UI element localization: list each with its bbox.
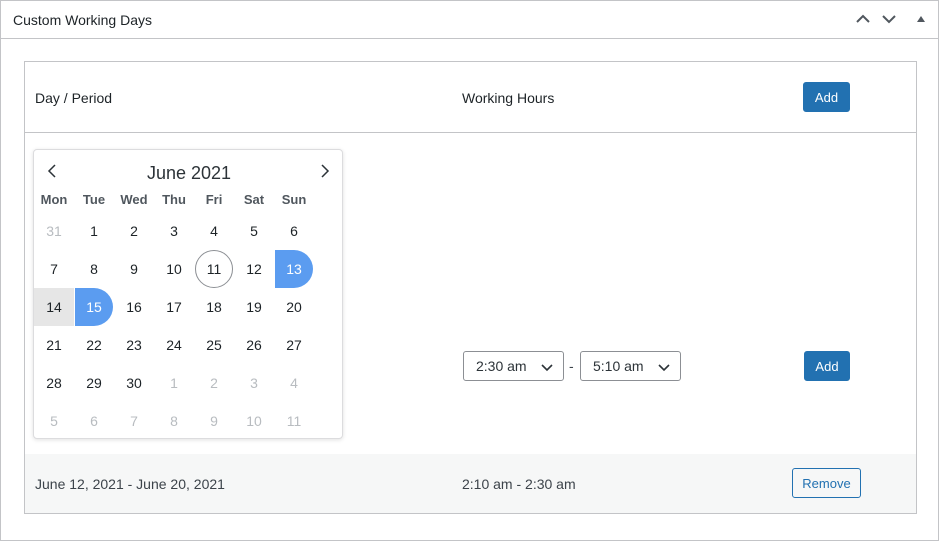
calendar-month-title: June 2021 <box>146 163 232 183</box>
calendar-day[interactable]: 5 <box>235 212 273 250</box>
panel-title: Custom Working Days <box>13 12 153 28</box>
date-range-picker: June 2021 Mon Tue Wed Thu Fri Sat Sun 31 1 2 3 4 5 6 7… <box>33 149 343 439</box>
working-hours-header: Working Hours <box>462 90 555 106</box>
calendar-day[interactable]: 7 <box>115 402 153 440</box>
calendar-day[interactable]: 4 <box>195 212 233 250</box>
chevron-down-icon <box>658 360 670 376</box>
end-time-value: 5:10 am <box>593 358 644 374</box>
time-separator: - <box>569 358 574 374</box>
calendar-day[interactable]: 7 <box>35 250 73 288</box>
calendar-day[interactable]: 22 <box>75 326 113 364</box>
table-header: Day / Period Working Hours Add <box>25 62 916 133</box>
calendar-day[interactable]: 6 <box>75 402 113 440</box>
chevron-right-icon[interactable] <box>316 162 334 180</box>
calendar-day[interactable]: 9 <box>195 402 233 440</box>
caret-up-icon[interactable] <box>911 9 931 29</box>
calendar-day[interactable]: 9 <box>115 250 153 288</box>
weekday-label: Mon <box>40 192 68 207</box>
calendar-day[interactable]: 14 <box>34 288 74 326</box>
hours-cell: 2:10 am - 2:30 am <box>462 476 576 492</box>
day-period-header: Day / Period <box>35 90 113 106</box>
calendar-day[interactable]: 23 <box>115 326 153 364</box>
calendar-day[interactable]: 12 <box>235 250 273 288</box>
remove-button[interactable]: Remove <box>792 468 861 498</box>
calendar-day[interactable]: 6 <box>275 212 313 250</box>
weekday-label: Fri <box>205 192 223 207</box>
chevron-down-icon <box>541 360 553 376</box>
calendar-day[interactable]: 24 <box>155 326 193 364</box>
calendar-day[interactable]: 25 <box>195 326 233 364</box>
weekday-label: Tue <box>82 192 106 207</box>
calendar-day[interactable]: 10 <box>235 402 273 440</box>
header-add-button[interactable]: Add <box>803 82 850 112</box>
start-time-value: 2:30 am <box>476 358 527 374</box>
row-add-button[interactable]: Add <box>804 351 850 381</box>
calendar-day[interactable]: 30 <box>115 364 153 402</box>
calendar-day[interactable]: 2 <box>195 364 233 402</box>
table-row: June 12, 2021 - June 20, 2021 2:10 am - … <box>25 454 916 513</box>
panel-header: Custom Working Days <box>1 1 938 39</box>
weekday-label: Wed <box>120 192 148 207</box>
calendar-day[interactable]: 8 <box>155 402 193 440</box>
weekday-label: Thu <box>162 192 186 207</box>
weekday-label: Sat <box>243 192 265 207</box>
calendar-day[interactable]: 29 <box>75 364 113 402</box>
calendar-day[interactable]: 1 <box>75 212 113 250</box>
calendar-day[interactable]: 3 <box>155 212 193 250</box>
calendar-day[interactable]: 11 <box>275 402 313 440</box>
calendar-day[interactable]: 3 <box>235 364 273 402</box>
chevron-down-icon[interactable] <box>879 9 899 29</box>
calendar-day[interactable]: 4 <box>275 364 313 402</box>
calendar-day[interactable]: 26 <box>235 326 273 364</box>
calendar-day[interactable]: 21 <box>35 326 73 364</box>
calendar-day[interactable]: 1 <box>155 364 193 402</box>
calendar-day[interactable]: 19 <box>235 288 273 326</box>
end-time-select[interactable]: 5:10 am <box>580 351 681 381</box>
period-cell: June 12, 2021 - June 20, 2021 <box>35 476 225 492</box>
calendar-day[interactable]: 31 <box>35 212 73 250</box>
calendar-day[interactable]: 2 <box>115 212 153 250</box>
calendar-day[interactable]: 17 <box>155 288 193 326</box>
calendar-day[interactable]: 20 <box>275 288 313 326</box>
calendar-day[interactable]: 10 <box>155 250 193 288</box>
calendar-day[interactable]: 16 <box>115 288 153 326</box>
calendar-day[interactable]: 13 <box>275 250 313 288</box>
calendar-day[interactable]: 18 <box>195 288 233 326</box>
calendar-day[interactable]: 11 <box>195 250 233 288</box>
chevron-up-icon[interactable] <box>853 9 873 29</box>
weekday-label: Sun <box>281 192 307 207</box>
calendar-day[interactable]: 5 <box>35 402 73 440</box>
calendar-day[interactable]: 8 <box>75 250 113 288</box>
calendar-day[interactable]: 15 <box>75 288 113 326</box>
start-time-select[interactable]: 2:30 am <box>463 351 564 381</box>
calendar-day[interactable]: 28 <box>35 364 73 402</box>
calendar-day[interactable]: 27 <box>275 326 313 364</box>
